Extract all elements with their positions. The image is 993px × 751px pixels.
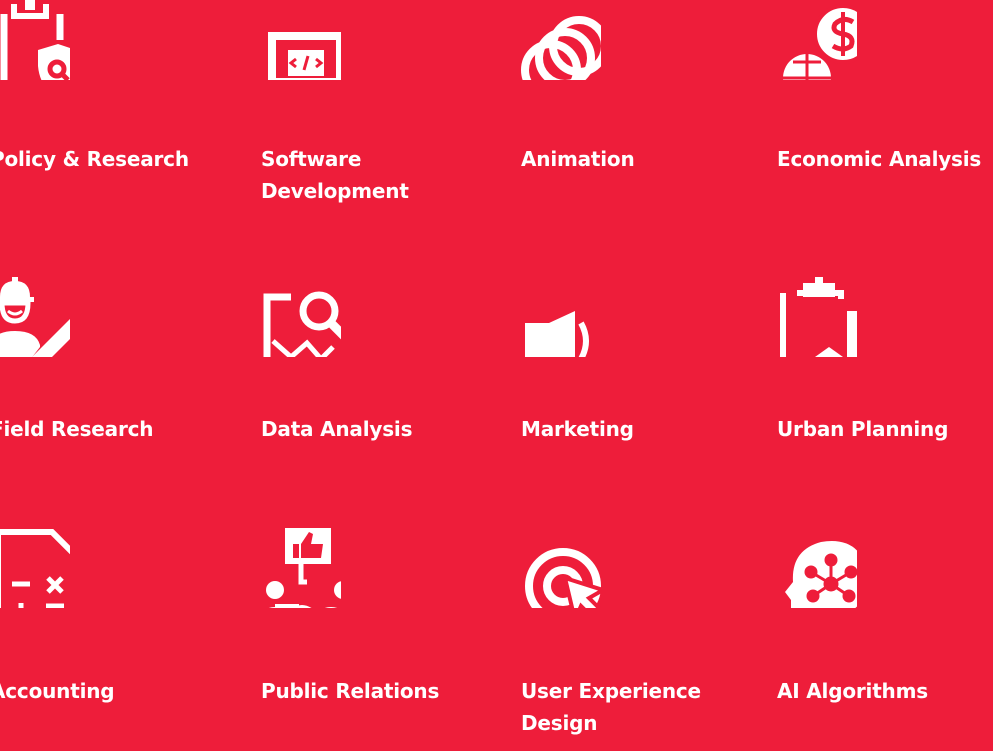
service-tile-user-experience-design[interactable]: User Experience Design <box>521 528 761 735</box>
laptop-code-icon <box>261 0 341 80</box>
service-tile-public-relations[interactable]: Public Relations <box>261 528 501 728</box>
service-tile-accounting[interactable]: Accounting <box>0 528 230 728</box>
service-label: Accounting <box>0 679 115 703</box>
service-tile-marketing[interactable]: Marketing <box>521 277 761 477</box>
service-label: Marketing <box>521 417 634 441</box>
service-label: Software Development <box>261 147 409 203</box>
target-cursor-icon <box>521 528 601 608</box>
service-tile-software-development[interactable]: Software Development <box>261 0 501 203</box>
service-label: Field Research <box>0 417 154 441</box>
service-label: User Experience Design <box>521 679 701 735</box>
service-tile-urban-planning[interactable]: Urban Planning <box>777 277 993 477</box>
service-label: Urban Planning <box>777 417 949 441</box>
service-label: AI Algorithms <box>777 679 928 703</box>
service-tile-policy-research[interactable]: Policy & Research <box>0 0 230 200</box>
calculator-document-icon <box>0 528 70 608</box>
clipboard-buildings-icon <box>777 277 857 357</box>
service-label: Data Analysis <box>261 417 413 441</box>
service-tile-economic-analysis[interactable]: Economic Analysis <box>777 0 993 200</box>
service-tile-ai-algorithms[interactable]: AI Algorithms <box>777 528 993 728</box>
head-network-icon <box>777 528 857 608</box>
chart-magnifier-icon <box>261 277 341 357</box>
globe-dollar-icon <box>777 0 857 80</box>
service-tile-animation[interactable]: Animation <box>521 0 761 200</box>
people-thumbs-up-icon <box>261 528 341 608</box>
services-grid: Policy & Research Software Development A… <box>0 0 993 751</box>
service-tile-field-research[interactable]: Field Research <box>0 277 230 477</box>
service-label: Economic Analysis <box>777 147 982 171</box>
worker-pencil-icon <box>0 277 70 357</box>
service-label: Public Relations <box>261 679 440 703</box>
service-tile-data-analysis[interactable]: Data Analysis <box>261 277 501 477</box>
clipboard-shield-search-icon <box>0 0 70 80</box>
overlapping-rings-icon <box>521 0 601 80</box>
service-label: Animation <box>521 147 635 171</box>
service-label: Policy & Research <box>0 147 189 171</box>
megaphone-icon <box>521 277 601 357</box>
